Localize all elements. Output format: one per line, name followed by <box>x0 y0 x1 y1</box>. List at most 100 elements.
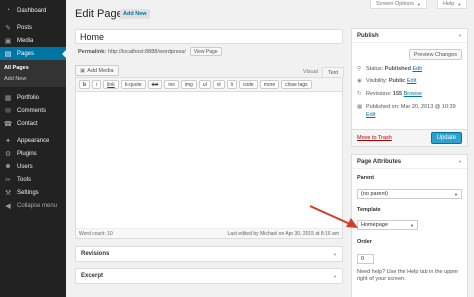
tab-visual[interactable]: Visual <box>298 67 323 77</box>
page-attributes-box: Page Attributes ▼ Parent (no parent) ▼ T… <box>351 154 468 297</box>
help-button[interactable]: Help ▼ <box>437 0 468 9</box>
sidebar-item-pages[interactable]: ▤ Pages <box>0 47 66 60</box>
sidebar-item-posts[interactable]: ✎ Posts <box>0 21 66 34</box>
browse-revisions-link[interactable]: Browse <box>404 91 422 97</box>
page-attributes-header[interactable]: Page Attributes ▼ <box>352 155 467 169</box>
parent-select-value: (no parent) <box>361 191 388 197</box>
permalink-row: Permalink: http://localhost:8888/wordpre… <box>78 47 222 56</box>
edit-status-link[interactable]: Edit <box>412 66 421 72</box>
visibility-row: ◉ Visibility: Public Edit <box>357 77 416 85</box>
excerpt-postbox[interactable]: Excerpt ▼ <box>75 268 343 284</box>
admin-sidebar: ◔ Dashboard ✎ Posts ▣ Media ▤ Pages All … <box>0 0 66 297</box>
move-to-trash-link[interactable]: Move to Trash <box>357 135 392 141</box>
toggle-arrow-icon[interactable]: ▼ <box>458 33 462 38</box>
sidebar-item-label: Settings <box>17 189 39 196</box>
publish-box-header[interactable]: Publish ▼ <box>352 29 467 43</box>
chevron-down-icon: ▼ <box>416 1 421 7</box>
sidebar-item-label: Media <box>17 37 34 44</box>
revisions-count: 155 <box>392 91 403 97</box>
edit-date-link[interactable]: Edit <box>366 112 375 118</box>
sidebar-item-label: Portfolio <box>17 94 40 101</box>
published-on: Published on: Mar 20, 2013 @ 10:39 <box>366 104 456 110</box>
portfolio-icon: ▦ <box>4 94 12 102</box>
sidebar-item-dashboard[interactable]: ◔ Dashboard <box>0 4 66 17</box>
qt-ul-button[interactable]: ul <box>198 80 211 89</box>
sidebar-item-label: Tools <box>17 176 32 183</box>
sidebar-item-label: Dashboard <box>17 7 47 14</box>
toggle-arrow-icon[interactable]: ▼ <box>333 274 337 279</box>
qt-del-button[interactable]: del <box>147 80 163 89</box>
appearance-icon: ✦ <box>5 137 11 145</box>
qt-img-button[interactable]: img <box>180 80 197 89</box>
sidebar-item-users[interactable]: ☻ Users <box>0 160 66 173</box>
sidebar-item-portfolio[interactable]: ▦ Portfolio <box>0 91 66 104</box>
submenu-add-new[interactable]: Add New <box>0 73 66 84</box>
revisions-label: Revisions: <box>366 91 392 97</box>
tools-icon: ✂ <box>5 176 11 184</box>
template-select[interactable]: Homepage ▼ <box>357 220 418 230</box>
qt-more-button[interactable]: more <box>259 80 280 89</box>
sidebar-item-label: Plugins <box>17 150 37 157</box>
toggle-arrow-icon[interactable]: ▼ <box>458 159 462 164</box>
qt-blockquote-button[interactable]: b-quote <box>120 80 146 89</box>
status-label: Status: <box>366 66 384 72</box>
pages-submenu: All Pages Add New <box>0 60 66 87</box>
last-edited: Last edited by Michael on Apr 30, 2015 a… <box>227 230 339 237</box>
collapse-icon: ◀ <box>5 202 11 210</box>
contact-icon: ☎ <box>3 120 13 128</box>
chevron-down-icon: ▼ <box>457 1 462 7</box>
media-icon: ▣ <box>80 67 86 74</box>
qt-ol-button[interactable]: ol <box>212 80 225 89</box>
sidebar-item-label: Comments <box>17 107 47 114</box>
edit-visibility-link[interactable]: Edit <box>407 78 416 84</box>
word-count: Word count: 10 <box>79 230 113 237</box>
permalink-url[interactable]: http://localhost:8888/wordpress/ <box>108 49 186 55</box>
revisions-row: ↻ Revisions: 155 Browse <box>357 90 422 98</box>
sidebar-item-plugins[interactable]: ⚙ Plugins <box>0 147 66 160</box>
toggle-arrow-icon[interactable]: ▼ <box>333 252 337 257</box>
revisions-postbox[interactable]: Revisions ▼ <box>75 246 343 262</box>
qt-bold-button[interactable]: b <box>79 80 91 89</box>
sidebar-item-label: Appearance <box>17 137 50 144</box>
order-input[interactable]: 0 <box>357 254 374 264</box>
parent-select[interactable]: (no parent) ▼ <box>357 189 462 199</box>
update-button[interactable]: Update <box>430 132 462 144</box>
help-label: Help <box>443 1 455 7</box>
add-new-button[interactable]: Add New <box>120 9 150 19</box>
annotation-arrow-icon <box>309 205 358 228</box>
qt-close-tags-button[interactable]: close tags <box>281 80 312 89</box>
sidebar-item-collapse[interactable]: ◀ Collapse menu <box>0 199 66 212</box>
tab-text[interactable]: Text <box>322 67 345 77</box>
publish-box: Publish ▼ Preview Changes ⚲ Status: Publ… <box>351 28 468 147</box>
post-title-input[interactable]: Home <box>75 29 343 44</box>
qt-link-button[interactable]: link <box>103 80 119 89</box>
permalink-label: Permalink: <box>78 48 107 55</box>
sidebar-item-tools[interactable]: ✂ Tools <box>0 173 66 186</box>
settings-icon: ⚒ <box>4 189 12 197</box>
screen-options-button[interactable]: Screen Options ▼ <box>370 0 427 9</box>
visibility-label: Visibility: <box>366 78 388 84</box>
qt-ins-button[interactable]: ins <box>164 80 179 89</box>
preview-changes-button[interactable]: Preview Changes <box>408 49 462 60</box>
view-page-button[interactable]: View Page <box>189 47 222 56</box>
sidebar-item-contact[interactable]: ☎ Contact <box>0 117 66 130</box>
sidebar-item-settings[interactable]: ⚒ Settings <box>0 186 66 199</box>
qt-italic-button[interactable]: i <box>92 80 102 89</box>
sidebar-item-comments[interactable]: ✉ Comments <box>0 104 66 117</box>
sidebar-item-label: Users <box>17 163 33 170</box>
submenu-all-pages[interactable]: All Pages <box>0 62 66 73</box>
sidebar-item-media[interactable]: ▣ Media <box>0 34 66 47</box>
sidebar-item-appearance[interactable]: ✦ Appearance <box>0 134 66 147</box>
key-icon: ⚲ <box>357 66 362 72</box>
users-icon: ☻ <box>4 163 12 170</box>
qt-code-button[interactable]: code <box>238 80 258 89</box>
qt-li-button[interactable]: li <box>226 80 237 89</box>
chevron-down-icon: ▼ <box>454 191 458 197</box>
eye-icon: ◉ <box>357 78 362 84</box>
add-media-button[interactable]: ▣ Add Media <box>75 65 119 76</box>
sidebar-item-label: Posts <box>17 24 33 31</box>
calendar-icon: ▦ <box>357 104 363 110</box>
add-media-label: Add Media <box>87 67 114 74</box>
content-editor[interactable]: b i link b-quote del ins img ul ol li co… <box>75 77 343 239</box>
page-title: Edit Page <box>75 8 123 20</box>
